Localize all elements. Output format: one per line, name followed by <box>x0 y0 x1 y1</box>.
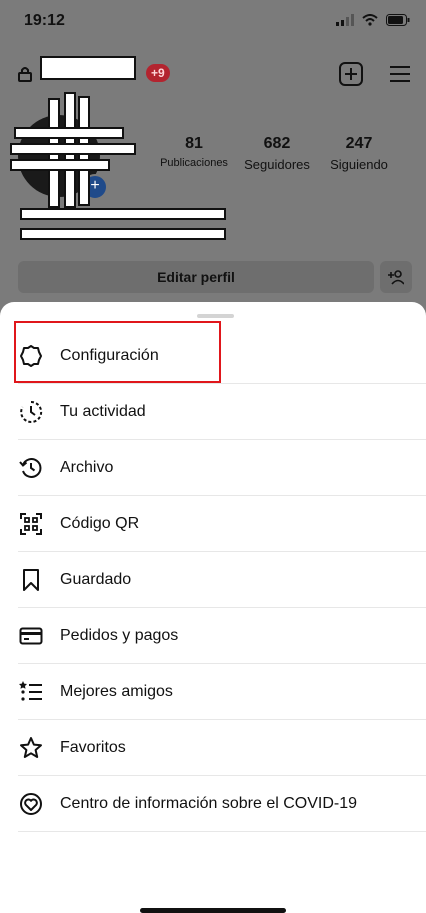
menu-item-label: Favoritos <box>60 738 126 756</box>
close-friends-icon <box>18 679 44 705</box>
menu-item-label: Configuración <box>60 346 159 364</box>
menu-item-label: Mejores amigos <box>60 682 173 700</box>
menu-item-saved[interactable]: Guardado <box>18 552 426 608</box>
redaction-mark <box>10 143 136 155</box>
menu-item-favorites[interactable]: Favoritos <box>18 720 426 776</box>
redaction-mark <box>14 127 124 139</box>
archive-icon <box>18 455 44 481</box>
stat-following[interactable]: 247 Siguiendo <box>320 135 398 172</box>
menu-item-qr-code[interactable]: Código QR <box>18 496 426 552</box>
menu-item-label: Centro de información sobre el COVID-19 <box>60 794 358 812</box>
edit-profile-button[interactable]: Editar perfil <box>18 261 374 293</box>
covid-info-icon <box>18 791 44 817</box>
menu-item-label: Tu actividad <box>60 402 146 420</box>
redacted-display-name <box>20 208 226 220</box>
hamburger-menu-icon[interactable] <box>388 62 412 91</box>
menu-item-close-friends[interactable]: Mejores amigos <box>18 664 426 720</box>
stat-posts[interactable]: 81 Publicaciones <box>152 135 236 169</box>
stat-value: 81 <box>185 135 203 152</box>
menu-item-label: Pedidos y pagos <box>60 626 179 644</box>
stat-label: Siguiendo <box>330 157 388 172</box>
menu-item-covid-info[interactable]: Centro de información sobre el COVID-19 <box>18 776 426 832</box>
home-indicator[interactable] <box>140 908 286 913</box>
add-person-icon <box>388 269 405 290</box>
menu-item-archive[interactable]: Archivo <box>18 440 426 496</box>
redacted-bio <box>20 228 226 240</box>
card-icon <box>18 623 44 649</box>
menu-item-orders-payments[interactable]: Pedidos y pagos <box>18 608 426 664</box>
menu-item-activity[interactable]: Tu actividad <box>18 384 426 440</box>
qr-code-icon <box>18 511 44 537</box>
status-time: 19:12 <box>24 12 65 29</box>
activity-icon <box>18 399 44 425</box>
create-post-icon[interactable] <box>339 62 363 91</box>
stat-value: 247 <box>345 135 373 152</box>
stat-label: Seguidores <box>244 157 310 172</box>
notification-badge[interactable]: +9 <box>146 64 170 82</box>
add-friends-button[interactable] <box>380 261 412 293</box>
stat-value: 682 <box>263 135 291 152</box>
menu-item-label: Código QR <box>60 514 140 532</box>
stat-followers[interactable]: 682 Seguidores <box>236 135 318 172</box>
signal-icon <box>336 13 354 31</box>
battery-icon <box>386 13 410 31</box>
lock-icon <box>18 66 32 87</box>
status-bar: 19:12 <box>0 0 426 44</box>
bookmark-icon <box>18 567 44 593</box>
options-sheet: Configuración Tu actividad Archivo Códig… <box>0 302 426 913</box>
menu-item-settings[interactable]: Configuración <box>18 328 426 384</box>
menu-item-label: Guardado <box>60 570 132 588</box>
redaction-mark <box>10 159 110 171</box>
wifi-icon <box>362 13 378 31</box>
sheet-handle[interactable] <box>197 314 234 318</box>
options-menu: Configuración Tu actividad Archivo Códig… <box>0 328 426 832</box>
menu-item-label: Archivo <box>60 458 114 476</box>
settings-icon <box>18 343 44 369</box>
stat-label: Publicaciones <box>160 157 228 169</box>
star-icon <box>18 735 44 761</box>
redacted-username <box>40 56 136 80</box>
status-icons <box>336 13 410 31</box>
